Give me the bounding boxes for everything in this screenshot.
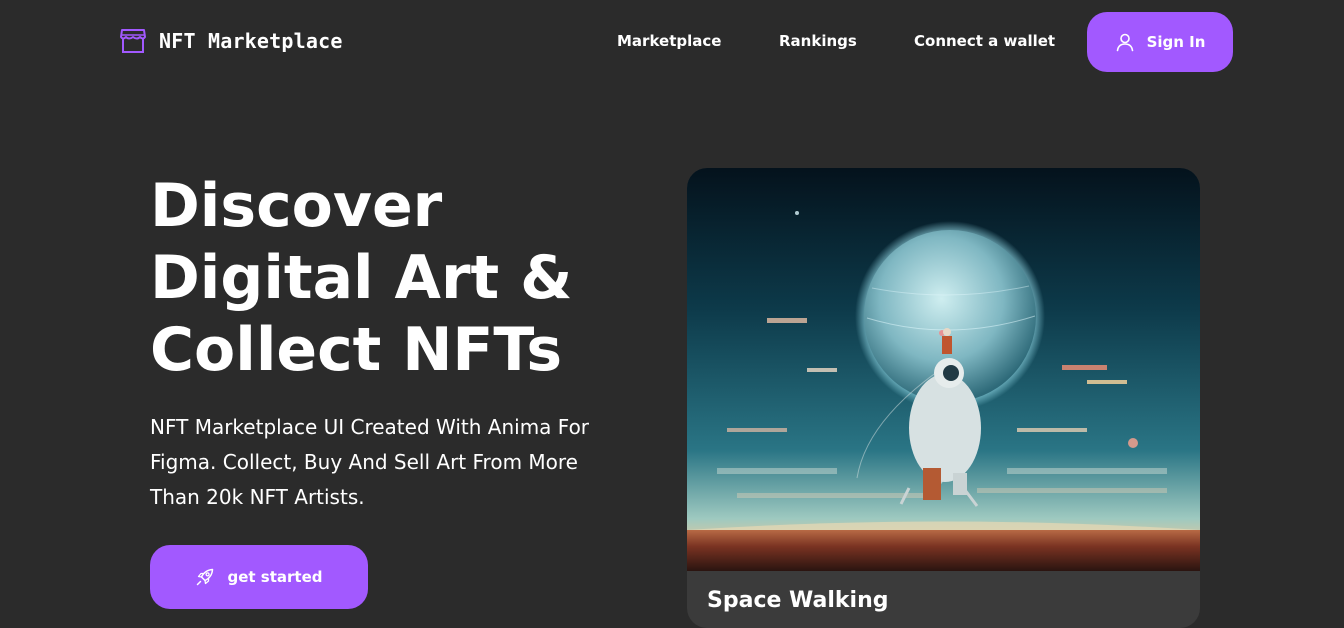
brand-logo[interactable]: NFT Marketplace [119, 28, 343, 54]
astronaut-planet-artwork [687, 168, 1200, 571]
user-icon [1115, 32, 1135, 52]
storefront-icon [119, 28, 147, 54]
hero-title-line: Discover [150, 171, 443, 241]
get-started-label: get started [227, 568, 323, 586]
rocket-icon [195, 567, 215, 587]
sign-in-label: Sign In [1146, 33, 1206, 51]
get-started-button[interactable]: get started [150, 545, 368, 609]
nav-link-rankings[interactable]: Rankings [779, 32, 857, 50]
hero-title-line: Digital Art & [150, 243, 573, 313]
brand-name: NFT Marketplace [159, 29, 343, 53]
hero-title: Discover Digital Art & Collect NFTs [150, 170, 630, 386]
hero-title-line: Collect NFTs [150, 315, 563, 385]
top-navigation: NFT Marketplace Marketplace Rankings Con… [0, 0, 1344, 84]
hero-description: NFT Marketplace UI Created With Anima Fo… [150, 415, 590, 509]
nav-link-connect-wallet[interactable]: Connect a wallet [914, 32, 1055, 50]
card-title: Space Walking [707, 588, 889, 613]
sign-in-button[interactable]: Sign In [1087, 12, 1233, 72]
nav-link-marketplace[interactable]: Marketplace [617, 32, 721, 50]
featured-nft-card[interactable]: Space Walking [687, 168, 1200, 628]
